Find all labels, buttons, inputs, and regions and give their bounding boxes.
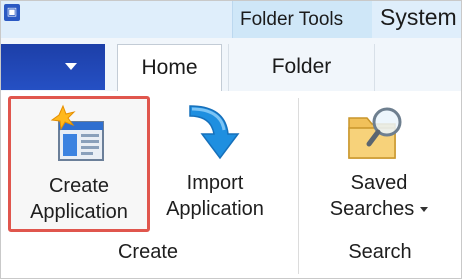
window-frame bbox=[0, 0, 462, 279]
